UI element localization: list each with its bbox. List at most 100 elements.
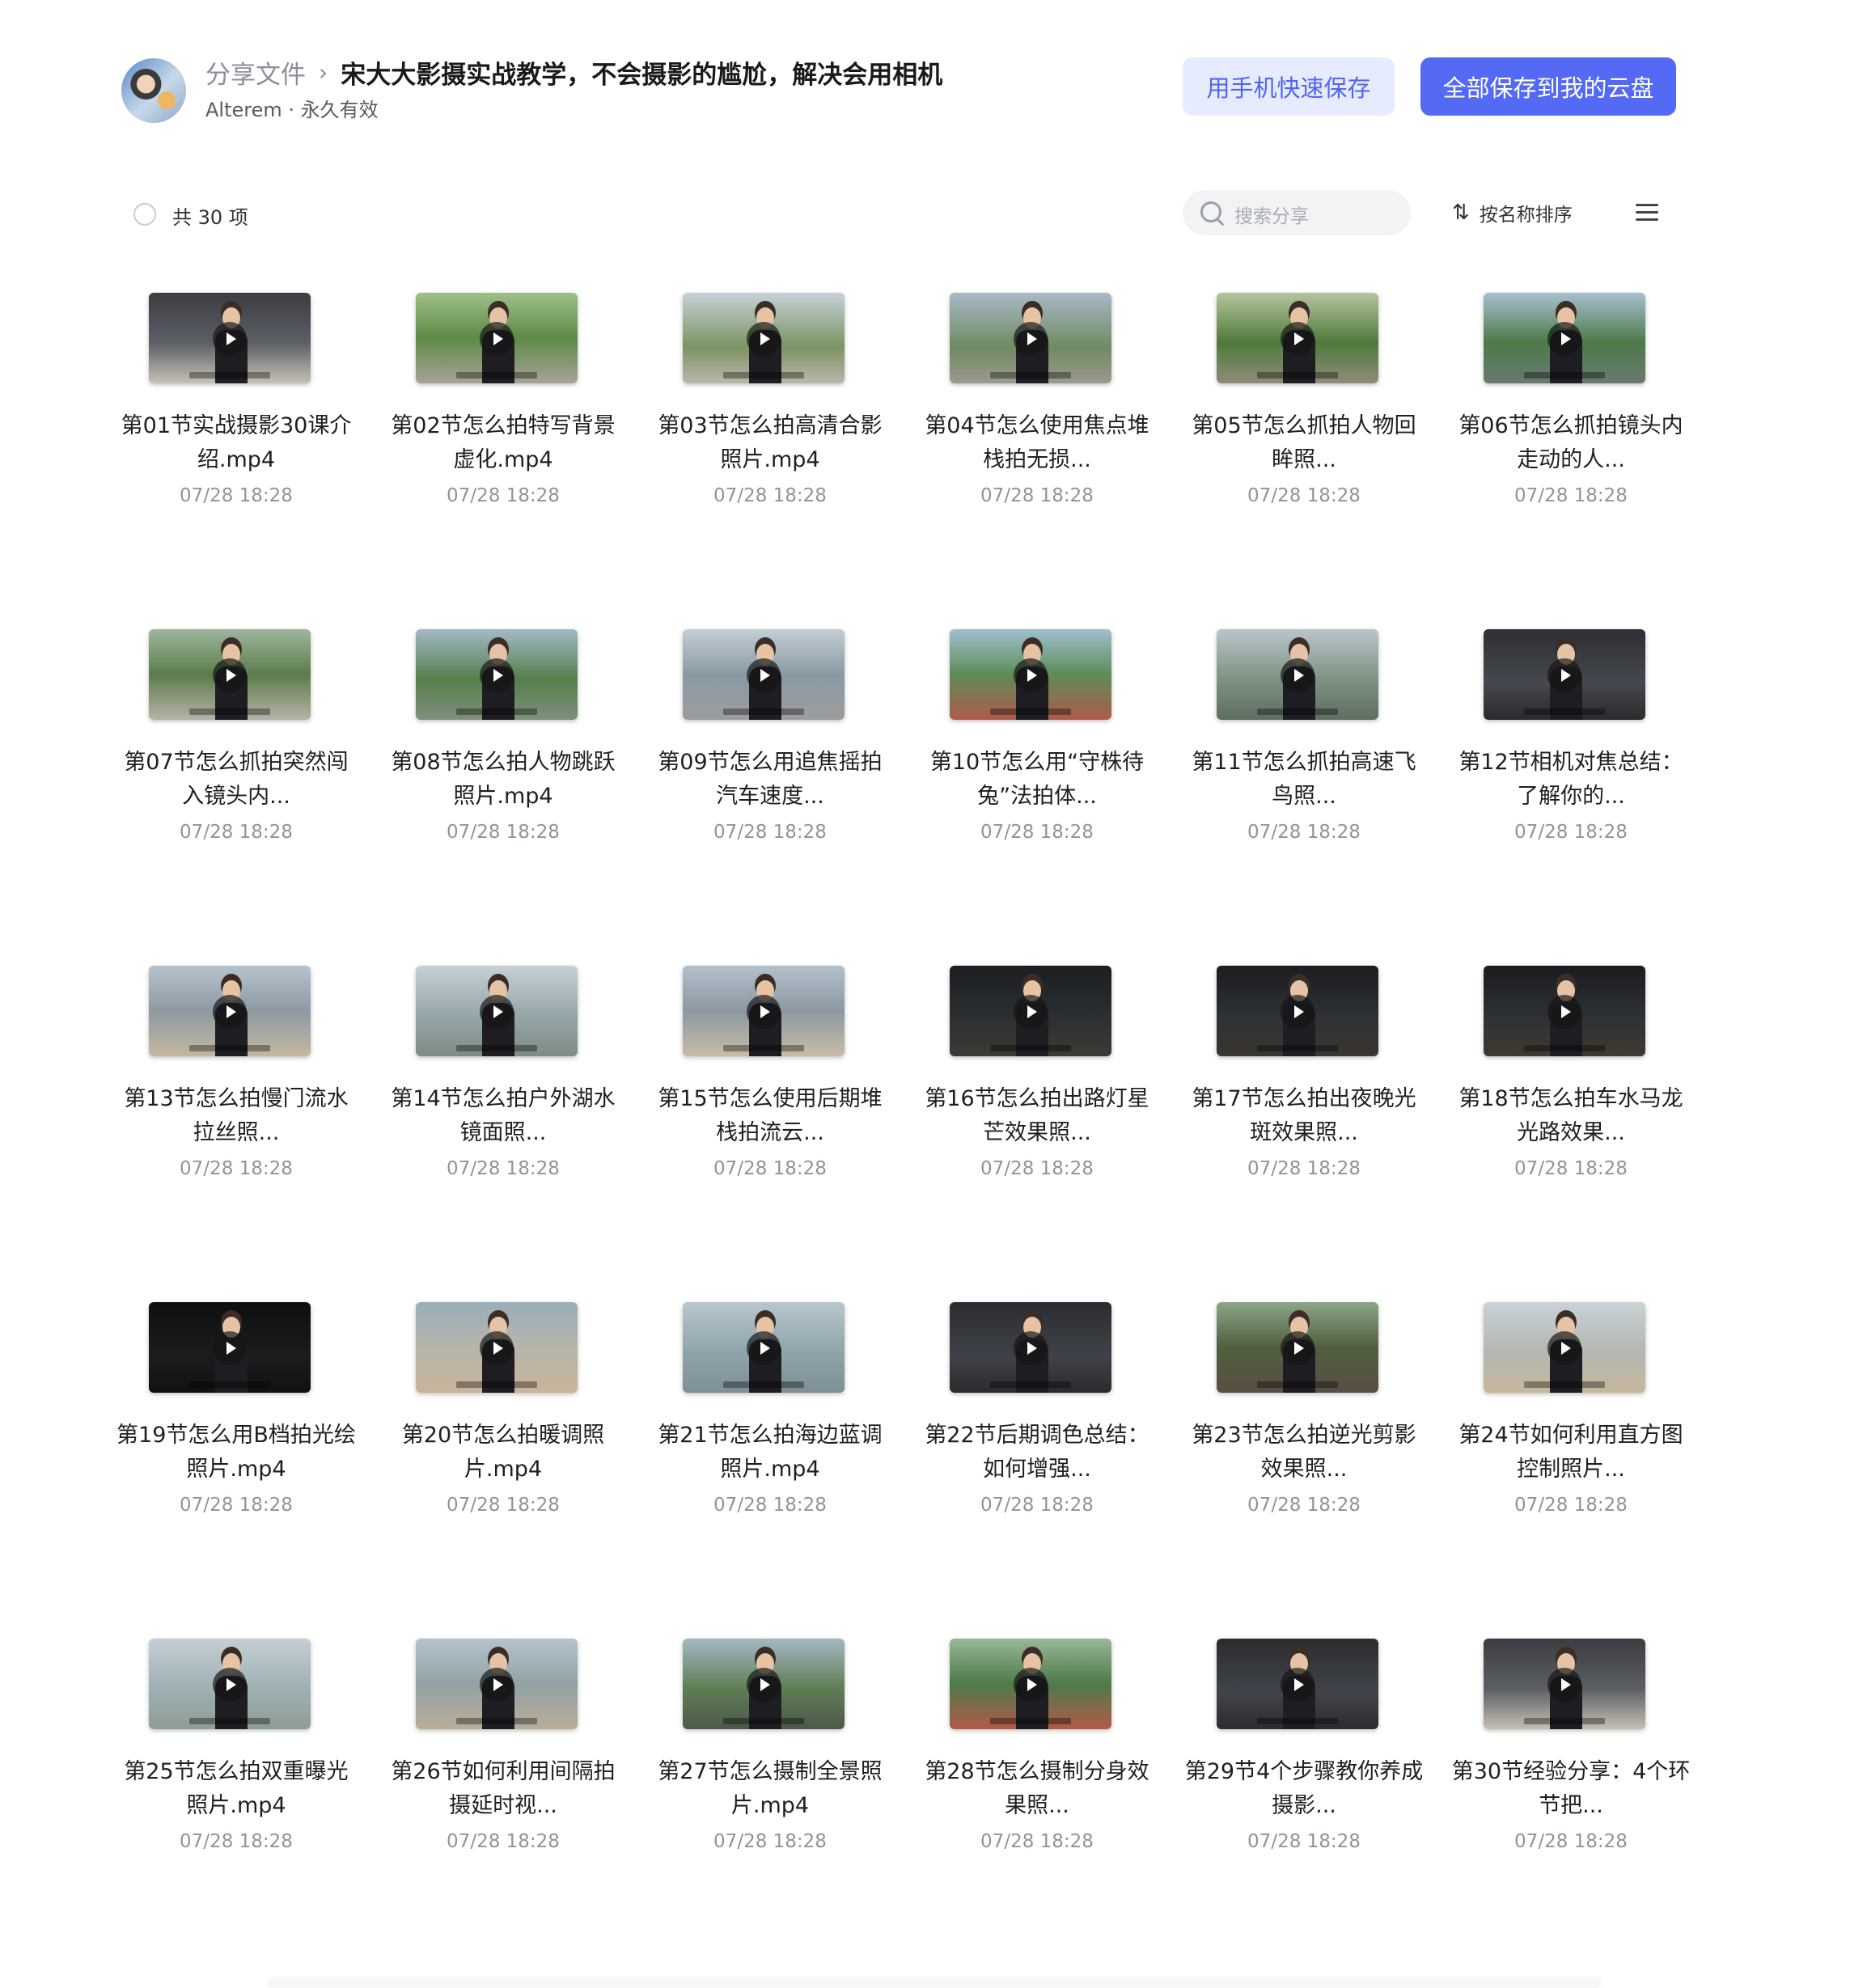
video-thumbnail[interactable] [1484, 1302, 1645, 1393]
video-thumbnail[interactable] [149, 966, 311, 1056]
file-name[interactable]: 第13节怎么拍慢门流水拉丝照... [115, 1082, 358, 1150]
file-item[interactable]: 第04节怎么使用焦点堆栈拍无损... 07/28 18:28 [916, 280, 1158, 547]
video-thumbnail[interactable] [683, 1302, 845, 1393]
play-icon[interactable] [480, 658, 514, 692]
file-name[interactable]: 第18节怎么拍车水马龙光路效果... [1450, 1082, 1692, 1150]
file-name[interactable]: 第20节怎么拍暖调照片.mp4 [382, 1419, 624, 1487]
file-item[interactable]: 第14节怎么拍户外湖水镜面照... 07/28 18:28 [382, 953, 624, 1220]
play-icon[interactable] [1281, 658, 1315, 692]
play-icon[interactable] [747, 322, 781, 356]
file-item[interactable]: 第09节怎么用追焦摇拍汽车速度... 07/28 18:28 [649, 616, 891, 883]
file-name[interactable]: 第03节怎么拍高清合影照片.mp4 [649, 409, 891, 477]
file-item[interactable]: 第25节怎么拍双重曝光照片.mp4 07/28 18:28 [115, 1626, 358, 1893]
file-name[interactable]: 第15节怎么使用后期堆栈拍流云... [649, 1082, 891, 1150]
file-name[interactable]: 第06节怎么抓拍镜头内走动的人... [1450, 409, 1692, 477]
file-name[interactable]: 第22节后期调色总结：如何增强... [916, 1419, 1158, 1487]
video-thumbnail[interactable] [950, 966, 1111, 1056]
play-icon[interactable] [1281, 1331, 1315, 1365]
file-item[interactable]: 第26节如何利用间隔拍摄延时视... 07/28 18:28 [382, 1626, 624, 1893]
file-name[interactable]: 第10节怎么用“守株待兔”法拍体... [916, 746, 1158, 814]
file-item[interactable]: 第01节实战摄影30课介绍.mp4 07/28 18:28 [115, 280, 358, 547]
file-name[interactable]: 第05节怎么抓拍人物回眸照... [1183, 409, 1425, 477]
video-thumbnail[interactable] [1484, 293, 1645, 383]
save-all-to-cloud-button[interactable]: 全部保存到我的云盘 [1420, 57, 1676, 116]
file-item[interactable]: 第03节怎么拍高清合影照片.mp4 07/28 18:28 [649, 280, 891, 547]
file-name[interactable]: 第16节怎么拍出路灯星芒效果照... [916, 1082, 1158, 1150]
file-name[interactable]: 第11节怎么抓拍高速飞鸟照... [1183, 746, 1425, 814]
file-name[interactable]: 第19节怎么用B档拍光绘照片.mp4 [115, 1419, 358, 1487]
play-icon[interactable] [480, 322, 514, 356]
play-icon[interactable] [1547, 1331, 1581, 1365]
video-thumbnail[interactable] [1217, 629, 1378, 720]
play-icon[interactable] [480, 995, 514, 1029]
file-item[interactable]: 第20节怎么拍暖调照片.mp4 07/28 18:28 [382, 1289, 624, 1556]
video-thumbnail[interactable] [416, 1302, 578, 1393]
video-thumbnail[interactable] [683, 629, 845, 720]
file-item[interactable]: 第24节如何利用直方图控制照片... 07/28 18:28 [1450, 1289, 1692, 1556]
file-item[interactable]: 第29节4个步骤教你养成摄影... 07/28 18:28 [1183, 1626, 1425, 1893]
file-item[interactable]: 第13节怎么拍慢门流水拉丝照... 07/28 18:28 [115, 953, 358, 1220]
search-box[interactable]: 搜索分享 [1183, 190, 1411, 235]
file-name[interactable]: 第30节经验分享：4个环节把... [1450, 1755, 1692, 1823]
file-item[interactable]: 第18节怎么拍车水马龙光路效果... 07/28 18:28 [1450, 953, 1692, 1220]
search-input[interactable]: 搜索分享 [1234, 201, 1309, 228]
select-all-checkbox[interactable] [133, 203, 156, 226]
file-name[interactable]: 第07节怎么抓拍突然闯入镜头内... [115, 746, 358, 814]
video-thumbnail[interactable] [416, 629, 578, 720]
file-name[interactable]: 第21节怎么拍海边蓝调照片.mp4 [649, 1419, 891, 1487]
play-icon[interactable] [1281, 1668, 1315, 1702]
file-item[interactable]: 第11节怎么抓拍高速飞鸟照... 07/28 18:28 [1183, 616, 1425, 883]
play-icon[interactable] [1014, 658, 1048, 692]
file-name[interactable]: 第14节怎么拍户外湖水镜面照... [382, 1082, 624, 1150]
file-name[interactable]: 第02节怎么拍特写背景虚化.mp4 [382, 409, 624, 477]
video-thumbnail[interactable] [149, 629, 311, 720]
play-icon[interactable] [1281, 995, 1315, 1029]
file-name[interactable]: 第12节相机对焦总结：了解你的... [1450, 746, 1692, 814]
file-item[interactable]: 第21节怎么拍海边蓝调照片.mp4 07/28 18:28 [649, 1289, 891, 1556]
play-icon[interactable] [747, 658, 781, 692]
play-icon[interactable] [1547, 1668, 1581, 1702]
file-item[interactable]: 第06节怎么抓拍镜头内走动的人... 07/28 18:28 [1450, 280, 1692, 547]
file-item[interactable]: 第30节经验分享：4个环节把... 07/28 18:28 [1450, 1626, 1692, 1893]
play-icon[interactable] [1547, 322, 1581, 356]
video-thumbnail[interactable] [149, 1302, 311, 1393]
video-thumbnail[interactable] [683, 293, 845, 383]
video-thumbnail[interactable] [416, 966, 578, 1056]
file-name[interactable]: 第28节怎么摄制分身效果照... [916, 1755, 1158, 1823]
file-item[interactable]: 第05节怎么抓拍人物回眸照... 07/28 18:28 [1183, 280, 1425, 547]
file-item[interactable]: 第08节怎么拍人物跳跃照片.mp4 07/28 18:28 [382, 616, 624, 883]
video-thumbnail[interactable] [1484, 966, 1645, 1056]
file-name[interactable]: 第08节怎么拍人物跳跃照片.mp4 [382, 746, 624, 814]
file-item[interactable]: 第22节后期调色总结：如何增强... 07/28 18:28 [916, 1289, 1158, 1556]
file-name[interactable]: 第26节如何利用间隔拍摄延时视... [382, 1755, 624, 1823]
video-thumbnail[interactable] [1217, 1639, 1378, 1729]
video-thumbnail[interactable] [950, 629, 1111, 720]
save-by-phone-button[interactable]: 用手机快速保存 [1183, 57, 1395, 116]
file-name[interactable]: 第25节怎么拍双重曝光照片.mp4 [115, 1755, 358, 1823]
video-thumbnail[interactable] [416, 1639, 578, 1729]
play-icon[interactable] [213, 658, 247, 692]
video-thumbnail[interactable] [950, 1302, 1111, 1393]
file-name[interactable]: 第29节4个步骤教你养成摄影... [1183, 1755, 1425, 1823]
video-thumbnail[interactable] [1484, 1639, 1645, 1729]
play-icon[interactable] [1014, 995, 1048, 1029]
video-thumbnail[interactable] [1217, 293, 1378, 383]
file-item[interactable]: 第10节怎么用“守株待兔”法拍体... 07/28 18:28 [916, 616, 1158, 883]
file-item[interactable]: 第16节怎么拍出路灯星芒效果照... 07/28 18:28 [916, 953, 1158, 1220]
video-thumbnail[interactable] [1217, 1302, 1378, 1393]
file-item[interactable]: 第23节怎么拍逆光剪影效果照... 07/28 18:28 [1183, 1289, 1425, 1556]
sort-button[interactable]: ⇅ 按名称排序 [1452, 200, 1573, 226]
file-name[interactable]: 第24节如何利用直方图控制照片... [1450, 1419, 1692, 1487]
video-thumbnail[interactable] [1484, 629, 1645, 720]
file-name[interactable]: 第01节实战摄影30课介绍.mp4 [115, 409, 358, 477]
video-thumbnail[interactable] [683, 1639, 845, 1729]
play-icon[interactable] [1547, 658, 1581, 692]
play-icon[interactable] [1547, 995, 1581, 1029]
owner-avatar[interactable] [121, 58, 186, 123]
file-item[interactable]: 第15节怎么使用后期堆栈拍流云... 07/28 18:28 [649, 953, 891, 1220]
play-icon[interactable] [213, 322, 247, 356]
file-item[interactable]: 第17节怎么拍出夜晚光斑效果照... 07/28 18:28 [1183, 953, 1425, 1220]
file-item[interactable]: 第27节怎么摄制全景照片.mp4 07/28 18:28 [649, 1626, 891, 1893]
play-icon[interactable] [1014, 1668, 1048, 1702]
play-icon[interactable] [1014, 322, 1048, 356]
